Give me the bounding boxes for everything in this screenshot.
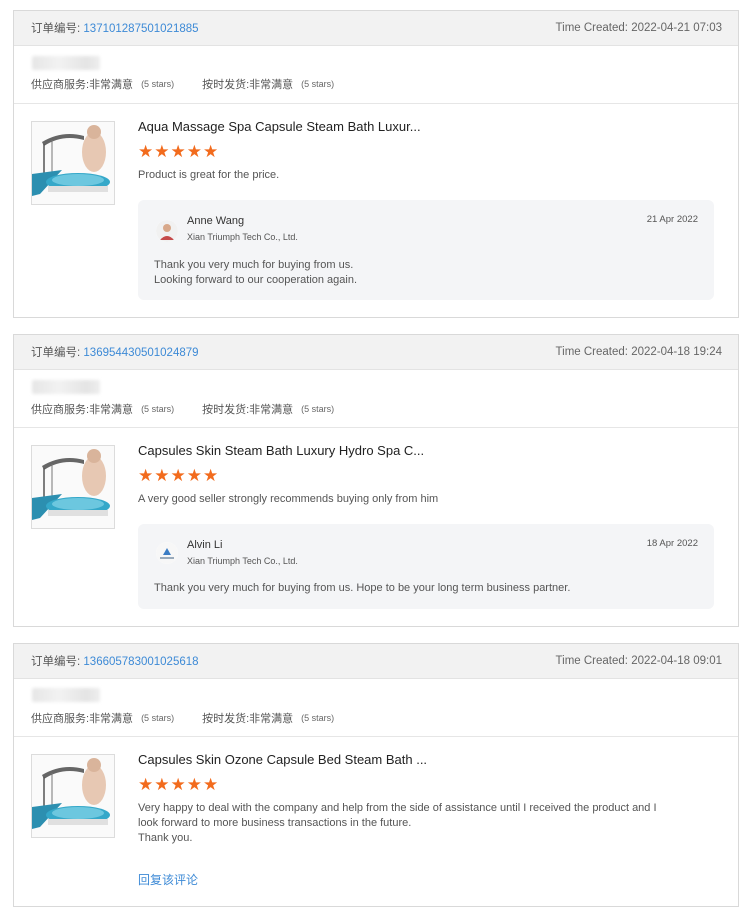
order-header: 订单编号: 136605783001025618 Time Created: 2…: [14, 644, 738, 679]
order-number-label: 订单编号:: [31, 23, 81, 35]
supplier-service-label: 供应商服务:: [31, 404, 90, 416]
star-rating: ★★★★★: [138, 775, 220, 794]
product-thumbnail[interactable]: [31, 754, 115, 838]
reply-message: Thank you very much for buying from us. …: [154, 258, 694, 288]
time-created-label: Time Created:: [555, 655, 628, 667]
reply-date: 18 Apr 2022: [646, 538, 698, 549]
product-title[interactable]: Capsules Skin Ozone Capsule Bed Steam Ba…: [138, 752, 427, 767]
review-text: Very happy to deal with the company and …: [138, 801, 708, 846]
supplier-service-stars: (5 stars): [141, 713, 175, 723]
reply-date: 21 Apr 2022: [646, 214, 698, 225]
review-card: 订单编号: 136605783001025618 Time Created: 2…: [13, 643, 739, 907]
review-text: A very good seller strongly recommends b…: [138, 493, 439, 505]
time-created-value: 2022-04-18 19:24: [631, 346, 722, 358]
on-time-delivery-stars: (5 stars): [301, 713, 335, 723]
buyer-name-blurred: [32, 688, 100, 702]
on-time-delivery-value: 非常满意: [249, 404, 294, 416]
spa-capsule-image: [32, 122, 114, 204]
spa-capsule-image: [32, 446, 114, 528]
seller-avatar: [156, 220, 178, 242]
on-time-delivery-value: 非常满意: [249, 79, 294, 91]
review-text-line: Thank you.: [138, 832, 193, 844]
on-time-delivery-stars: (5 stars): [301, 79, 335, 89]
reply-message-line: Looking forward to our cooperation again…: [154, 274, 358, 286]
on-time-delivery-value: 非常满意: [249, 713, 294, 725]
order-number-link[interactable]: 136954430501024879: [83, 347, 198, 359]
reply-to-review-link[interactable]: 回复该评论: [138, 871, 198, 888]
product-thumbnail[interactable]: [31, 121, 115, 205]
seller-company: Xian Triumph Tech Co., Ltd.: [187, 232, 298, 242]
order-number-link[interactable]: 136605783001025618: [83, 656, 198, 668]
supplier-service-value: 非常满意: [89, 713, 134, 725]
reply-message-line: Thank you very much for buying from us. …: [154, 582, 571, 594]
product-title[interactable]: Aqua Massage Spa Capsule Steam Bath Luxu…: [138, 119, 421, 134]
divider: [14, 103, 738, 104]
order-header: 订单编号: 136954430501024879 Time Created: 2…: [14, 335, 738, 370]
on-time-delivery-label: 按时发货:: [202, 404, 250, 416]
product-thumbnail[interactable]: [31, 445, 115, 529]
supplier-service-label: 供应商服务:: [31, 713, 90, 725]
star-rating: ★★★★★: [138, 466, 220, 485]
buyer-name-blurred: [32, 380, 100, 394]
supplier-service-label: 供应商服务:: [31, 79, 90, 91]
review-card: 订单编号: 136954430501024879 Time Created: 2…: [13, 334, 739, 627]
supplier-service-value: 非常满意: [89, 79, 134, 91]
review-text: Product is great for the price.: [138, 169, 280, 181]
review-card: 订单编号: 137101287501021885 Time Created: 2…: [13, 10, 739, 318]
supplier-service-stars: (5 stars): [141, 404, 175, 414]
service-ratings: 供应商服务: 非常满意 (5 stars) 按时发货: 非常满意 (5 star…: [31, 76, 362, 92]
seller-name: Alvin Li: [187, 539, 223, 551]
on-time-delivery-label: 按时发货:: [202, 79, 250, 91]
review-text-line: look forward to more business transactio…: [138, 817, 412, 829]
time-created-label: Time Created:: [555, 346, 628, 358]
divider: [14, 736, 738, 737]
seller-reply: Anne Wang Xian Triumph Tech Co., Ltd. 21…: [138, 200, 714, 300]
on-time-delivery-label: 按时发货:: [202, 713, 250, 725]
seller-avatar: [156, 542, 178, 564]
supplier-service-stars: (5 stars): [141, 79, 175, 89]
service-ratings: 供应商服务: 非常满意 (5 stars) 按时发货: 非常满意 (5 star…: [31, 401, 362, 417]
time-created-value: 2022-04-21 07:03: [631, 22, 722, 34]
divider: [14, 427, 738, 428]
order-number-label: 订单编号:: [31, 347, 81, 359]
time-created-label: Time Created:: [555, 22, 628, 34]
order-number-link[interactable]: 137101287501021885: [83, 23, 198, 35]
reply-message: Thank you very much for buying from us. …: [154, 581, 694, 596]
time-created-value: 2022-04-18 09:01: [631, 655, 722, 667]
order-header: 订单编号: 137101287501021885 Time Created: 2…: [14, 11, 738, 46]
seller-company: Xian Triumph Tech Co., Ltd.: [187, 556, 298, 566]
product-title[interactable]: Capsules Skin Steam Bath Luxury Hydro Sp…: [138, 443, 424, 458]
supplier-service-value: 非常满意: [89, 404, 134, 416]
buyer-name-blurred: [32, 56, 100, 70]
service-ratings: 供应商服务: 非常满意 (5 stars) 按时发货: 非常满意 (5 star…: [31, 710, 362, 726]
seller-name: Anne Wang: [187, 215, 245, 227]
star-rating: ★★★★★: [138, 142, 220, 161]
review-text-line: Very happy to deal with the company and …: [138, 802, 657, 814]
reply-message-line: Thank you very much for buying from us.: [154, 259, 354, 271]
spa-capsule-image: [32, 755, 114, 837]
seller-reply: Alvin Li Xian Triumph Tech Co., Ltd. 18 …: [138, 524, 714, 609]
on-time-delivery-stars: (5 stars): [301, 404, 335, 414]
order-number-label: 订单编号:: [31, 656, 81, 668]
